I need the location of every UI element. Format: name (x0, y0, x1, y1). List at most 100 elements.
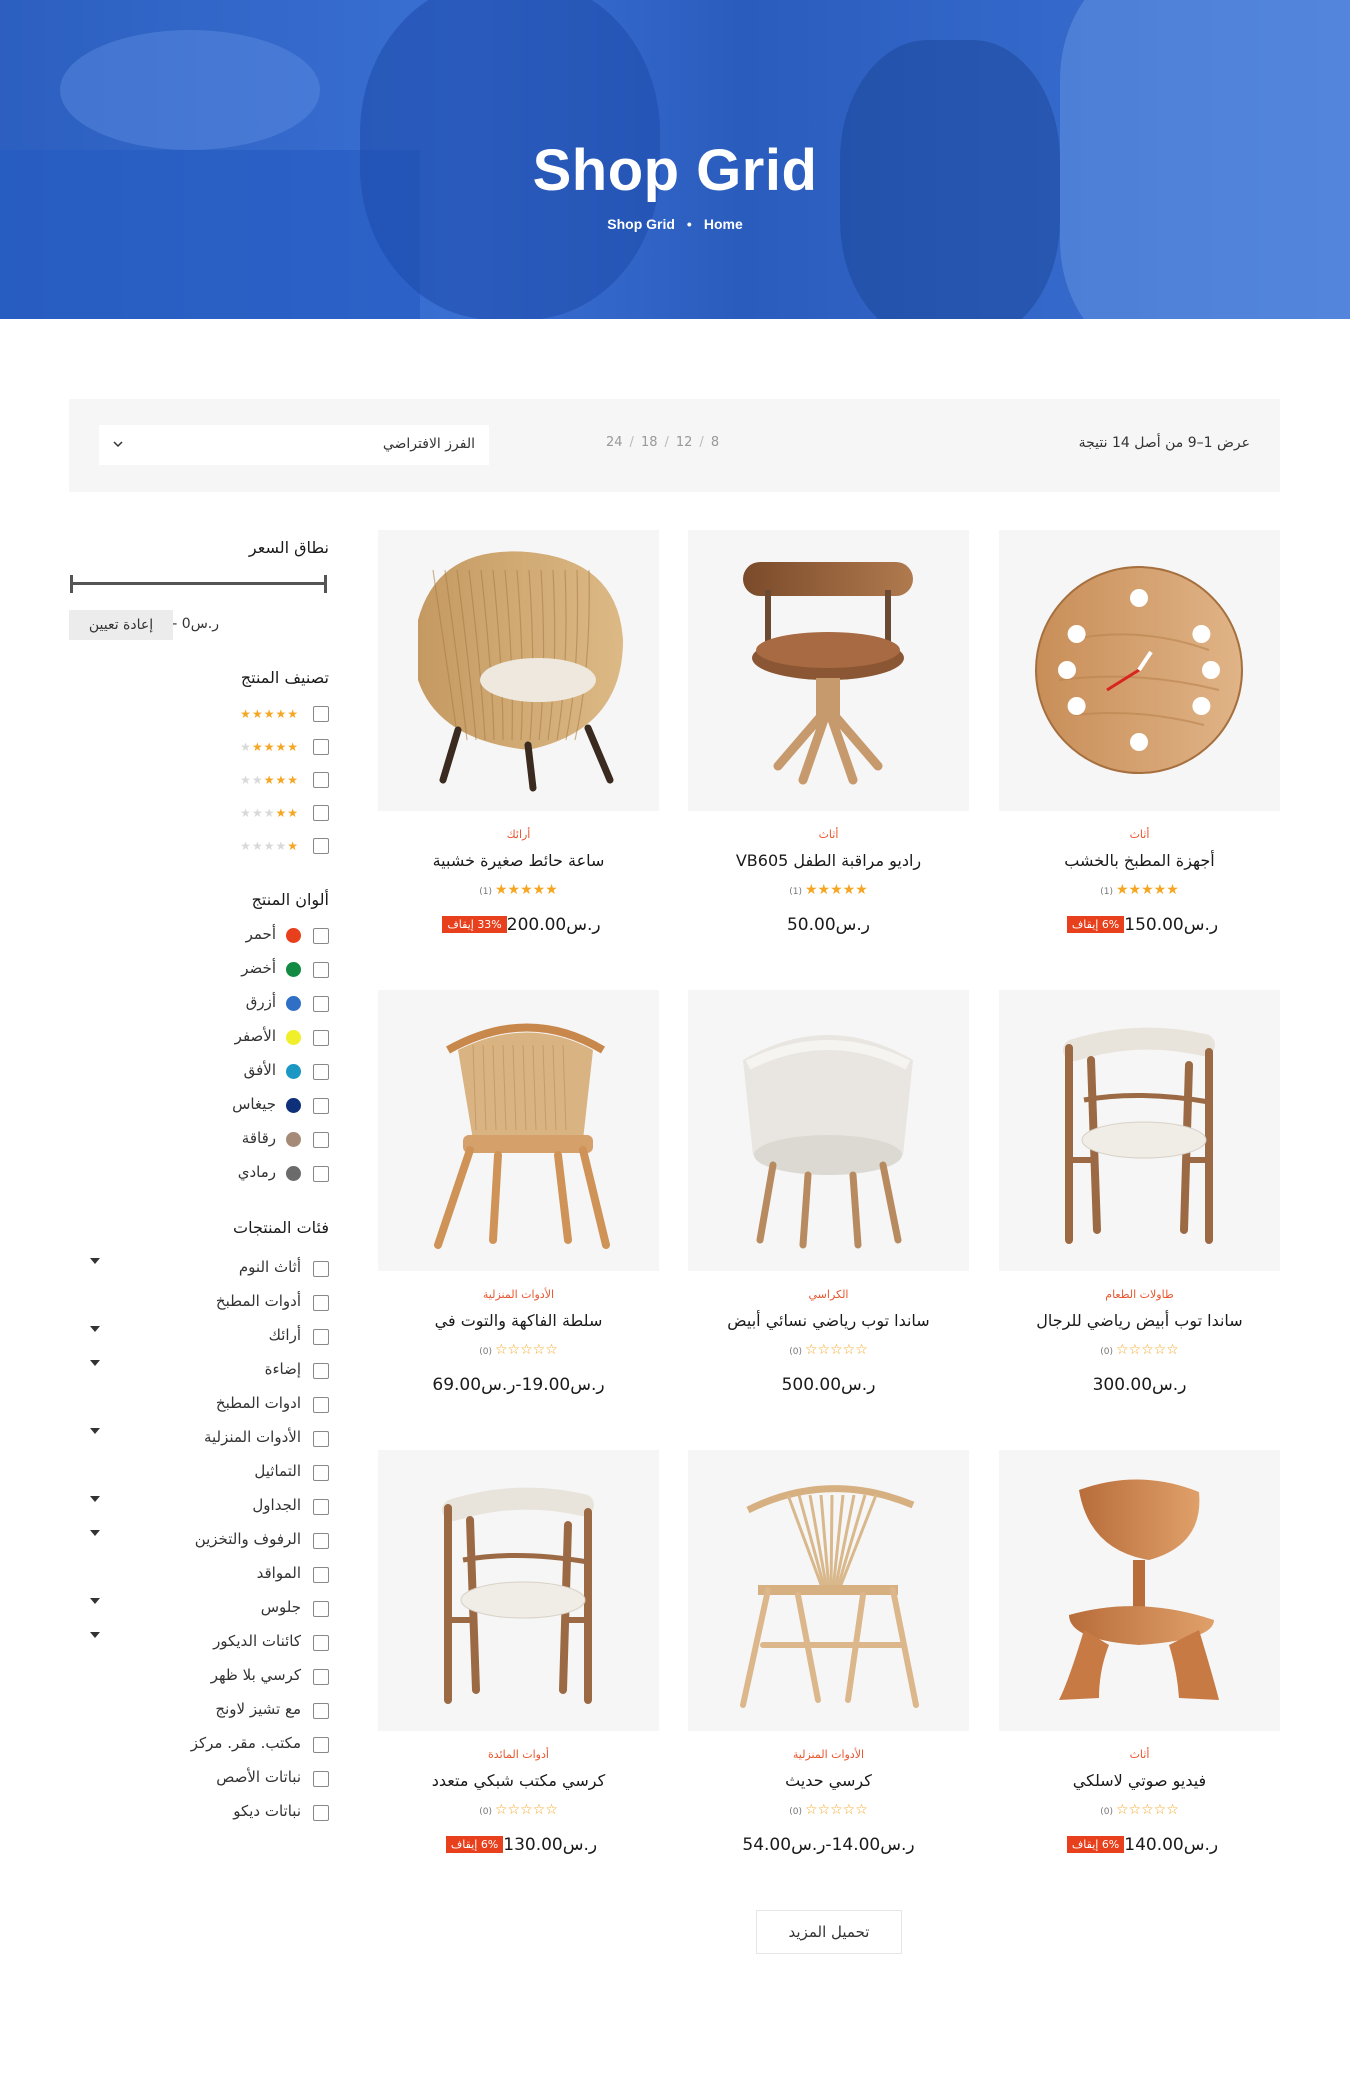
product-category[interactable]: طاولات الطعام (999, 1288, 1280, 1301)
breadcrumb-home[interactable]: Home (704, 216, 743, 232)
color-swatch (286, 1166, 301, 1181)
per-page-24[interactable]: 24 (606, 435, 623, 450)
product-image[interactable] (378, 1450, 659, 1731)
product-image[interactable] (688, 530, 969, 811)
product-card[interactable]: أدوات المائدة كرسي مكتب شبكي متعدد (0) ☆☆☆☆… (378, 1450, 659, 1880)
product-name[interactable]: راديو مراقبة الطفل VB605 (688, 851, 969, 870)
star-icon: ★ (240, 839, 252, 853)
category-checkbox[interactable] (313, 1363, 329, 1379)
product-name[interactable]: كرسي حديث (688, 1771, 969, 1790)
star-outline-icon: ☆ (842, 1342, 856, 1358)
color-checkbox[interactable] (313, 1132, 329, 1148)
category-checkbox[interactable] (313, 1635, 329, 1651)
price-reset-button[interactable]: إعادة تعيين (69, 610, 173, 640)
category-checkbox[interactable] (313, 1669, 329, 1685)
price-range-slider[interactable] (72, 582, 326, 585)
category-checkbox[interactable] (313, 1329, 329, 1345)
product-name[interactable]: ساعة حائط صغيرة خشبية (378, 851, 659, 870)
product-image[interactable] (688, 1450, 969, 1731)
star-outline-icon: ☆ (817, 1342, 831, 1358)
category-checkbox[interactable] (313, 1499, 329, 1515)
star-icon: ★ (240, 806, 252, 820)
sort-select[interactable]: الفرز الافتراضي (99, 425, 489, 465)
category-checkbox[interactable] (313, 1261, 329, 1277)
shop-toolbar: الفرز الافتراضي 24 / 18 / 12 / 8 عرض 1–9 من أص… (69, 399, 1280, 492)
product-category[interactable]: أثاث (999, 828, 1280, 841)
category-checkbox[interactable] (313, 1737, 329, 1753)
product-name[interactable]: ساندا توب رياضي نسائي أبيض (688, 1311, 969, 1330)
caret-down-icon[interactable] (90, 1530, 100, 1536)
product-category[interactable]: أدوات المائدة (378, 1748, 659, 1761)
product-image[interactable] (378, 530, 659, 811)
product-card[interactable]: الكراسي ساندا توب رياضي نسائي أبيض (0) ☆☆☆☆… (688, 990, 969, 1420)
product-card[interactable]: الأدوات المنزلية سلطة الفاكهة والتوت في (0… (378, 990, 659, 1420)
product-image[interactable] (999, 1450, 1280, 1731)
per-page-12[interactable]: 12 (676, 435, 693, 450)
clock-marker (1067, 697, 1086, 715)
color-checkbox[interactable] (313, 962, 329, 978)
product-category[interactable]: الأدوات المنزلية (378, 1288, 659, 1301)
product-card[interactable]: أثاث أجهزة المطبخ بالخشب (1) ★★★★★ 6% إيقاف ر… (999, 530, 1280, 960)
rating-2-checkbox[interactable] (313, 805, 329, 821)
rating-4-checkbox[interactable] (313, 739, 329, 755)
category-checkbox[interactable] (313, 1431, 329, 1447)
category-checkbox[interactable] (313, 1533, 329, 1549)
product-card[interactable]: أثاث راديو مراقبة الطفل VB605 (1) ★★★★★ ر.س5… (688, 530, 969, 960)
product-name[interactable]: ساندا توب أبيض رياضي للرجال (999, 1311, 1280, 1330)
caret-down-icon[interactable] (90, 1258, 100, 1264)
color-checkbox[interactable] (313, 1030, 329, 1046)
star-outline-icon: ☆ (545, 1802, 558, 1818)
product-image[interactable] (378, 990, 659, 1271)
per-page-18[interactable]: 18 (641, 435, 658, 450)
product-name[interactable]: أجهزة المطبخ بالخشب (999, 851, 1280, 870)
product-name[interactable]: سلطة الفاكهة والتوت في (378, 1311, 659, 1330)
product-category[interactable]: أرائك (378, 828, 659, 841)
caret-down-icon[interactable] (90, 1496, 100, 1502)
category-label: ادوات المطبخ (215, 1394, 301, 1412)
rating-5-checkbox[interactable] (313, 706, 329, 722)
per-page-8[interactable]: 8 (711, 435, 719, 450)
product-image[interactable] (999, 530, 1280, 811)
category-checkbox[interactable] (313, 1771, 329, 1787)
product-card[interactable]: أرائك ساعة حائط صغيرة خشبية (1) ★★★★★ 33% إي… (378, 530, 659, 960)
product-category[interactable]: أثاث (688, 828, 969, 841)
color-checkbox[interactable] (313, 1166, 329, 1182)
star-icon: ★ (275, 740, 288, 754)
caret-down-icon[interactable] (90, 1326, 100, 1332)
caret-down-icon[interactable] (90, 1360, 100, 1366)
color-swatch (286, 1064, 301, 1079)
color-label: رقاقة (241, 1129, 276, 1147)
category-checkbox[interactable] (313, 1397, 329, 1413)
clock-marker (1130, 733, 1148, 751)
product-category[interactable]: الكراسي (688, 1288, 969, 1301)
color-checkbox[interactable] (313, 1098, 329, 1114)
caret-down-icon[interactable] (90, 1598, 100, 1604)
category-checkbox[interactable] (313, 1567, 329, 1583)
product-category[interactable]: الأدوات المنزلية (688, 1748, 969, 1761)
caret-down-icon[interactable] (90, 1632, 100, 1638)
color-checkbox[interactable] (313, 1064, 329, 1080)
product-name[interactable]: كرسي مكتب شبكي متعدد (378, 1771, 659, 1790)
category-checkbox[interactable] (313, 1295, 329, 1311)
load-more-button[interactable]: تحميل المزيد (756, 1910, 902, 1954)
product-category[interactable]: أثاث (999, 1748, 1280, 1761)
product-price: ر.س19.00-ر.س69.00 (432, 1375, 605, 1395)
product-card[interactable]: طاولات الطعام ساندا توب أبيض رياضي للرجال… (999, 990, 1280, 1420)
category-checkbox[interactable] (313, 1805, 329, 1821)
price-range-min-handle[interactable] (70, 575, 73, 593)
category-checkbox[interactable] (313, 1601, 329, 1617)
product-card[interactable]: الأدوات المنزلية كرسي حديث (0) ☆☆☆☆☆ ر.س14.0… (688, 1450, 969, 1880)
product-image[interactable] (688, 990, 969, 1271)
rating-1-checkbox[interactable] (313, 838, 329, 854)
category-checkbox[interactable] (313, 1703, 329, 1719)
product-image[interactable] (999, 990, 1280, 1271)
caret-down-icon[interactable] (90, 1428, 100, 1434)
rating-3-checkbox[interactable] (313, 772, 329, 788)
color-checkbox[interactable] (313, 996, 329, 1012)
color-checkbox[interactable] (313, 928, 329, 944)
product-card[interactable]: أثاث فيديو صوتي لاسلكي (0) ☆☆☆☆☆ 6% إيقاف ر.س… (999, 1450, 1280, 1880)
category-checkbox[interactable] (313, 1465, 329, 1481)
price-range-max-handle[interactable] (324, 575, 327, 593)
product-name[interactable]: فيديو صوتي لاسلكي (999, 1771, 1280, 1790)
star-icon: ★ (287, 740, 299, 754)
